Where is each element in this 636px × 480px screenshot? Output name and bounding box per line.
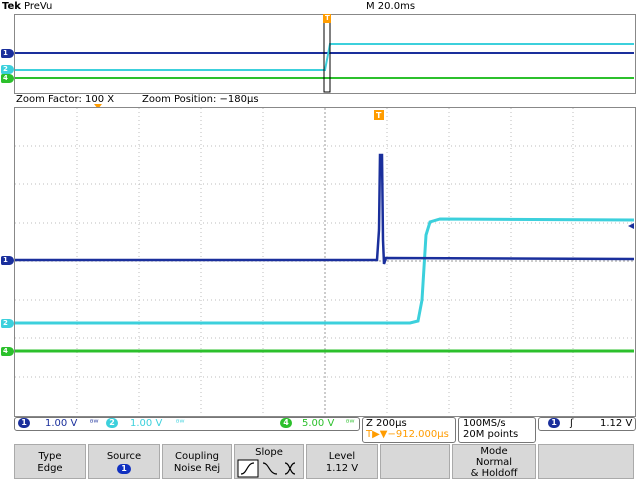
menu-level-label: Level: [328, 451, 356, 462]
ch1-scale: 1.00 V: [45, 418, 78, 429]
ch2-bw-icon: ᴮᵂ: [176, 418, 185, 427]
menu-mode-value-1: Normal: [475, 457, 513, 468]
ch1-badge: 1: [18, 418, 30, 428]
menu-source-button[interactable]: Source 1: [88, 444, 160, 479]
ch2-ground-marker[interactable]: 2: [1, 319, 14, 328]
record-length: 20M points: [463, 429, 519, 440]
menu-mode-button[interactable]: Mode Normal & Holdoff: [452, 444, 536, 479]
ch1-ground-marker[interactable]: 1: [1, 256, 14, 265]
trigger-marker: T: [376, 111, 382, 120]
ch4-ground-marker[interactable]: 4: [1, 347, 14, 356]
ch2-badge: 2: [106, 418, 118, 428]
ch4-bw-icon: ᴮᵂ: [346, 418, 355, 427]
ch4-scale: 5.00 V: [302, 418, 335, 429]
menu-slope-button[interactable]: Slope: [234, 444, 304, 479]
menu-slope-label: Slope: [255, 447, 283, 458]
menu-mode-value-2: & Holdoff: [470, 468, 518, 479]
menu-source-value: 1: [117, 464, 131, 474]
ch1-bw-icon: ᴮᵂ: [90, 418, 99, 427]
menu-coupling-button[interactable]: Coupling Noise Rej: [162, 444, 232, 479]
trigger-source-badge: 1: [548, 418, 560, 428]
ch2-trace: [15, 217, 635, 325]
zoom-time-per-div: Z 200µs: [366, 418, 407, 429]
trigger-level: 1.12 V: [600, 418, 633, 429]
menu-coupling-label: Coupling: [174, 451, 220, 462]
trigger-position: T▶▼−912.000µs: [366, 429, 449, 440]
menu-type-label: Type: [38, 451, 62, 462]
falling-slope-icon: [262, 462, 278, 475]
menu-level-button[interactable]: Level 1.12 V: [306, 444, 378, 479]
menu-filler: [380, 444, 450, 479]
zoom-waveforms: [15, 108, 635, 414]
menu-filler-right: [538, 444, 634, 479]
menu-type-button[interactable]: Type Edge: [14, 444, 86, 479]
menu-level-value: 1.12 V: [325, 463, 359, 474]
slope-options: [237, 459, 296, 478]
ch2-scale: 1.00 V: [130, 418, 163, 429]
menu-mode-label: Mode: [480, 446, 508, 457]
sample-rate: 100MS/s: [463, 418, 506, 429]
ch4-badge: 4: [280, 418, 292, 428]
menu-source-label: Source: [106, 451, 142, 462]
menu-type-value: Edge: [37, 463, 63, 474]
either-slope-icon: [284, 462, 296, 475]
trigger-slope-icon: ʃ: [570, 418, 574, 429]
menu-coupling-value: Noise Rej: [173, 463, 221, 474]
